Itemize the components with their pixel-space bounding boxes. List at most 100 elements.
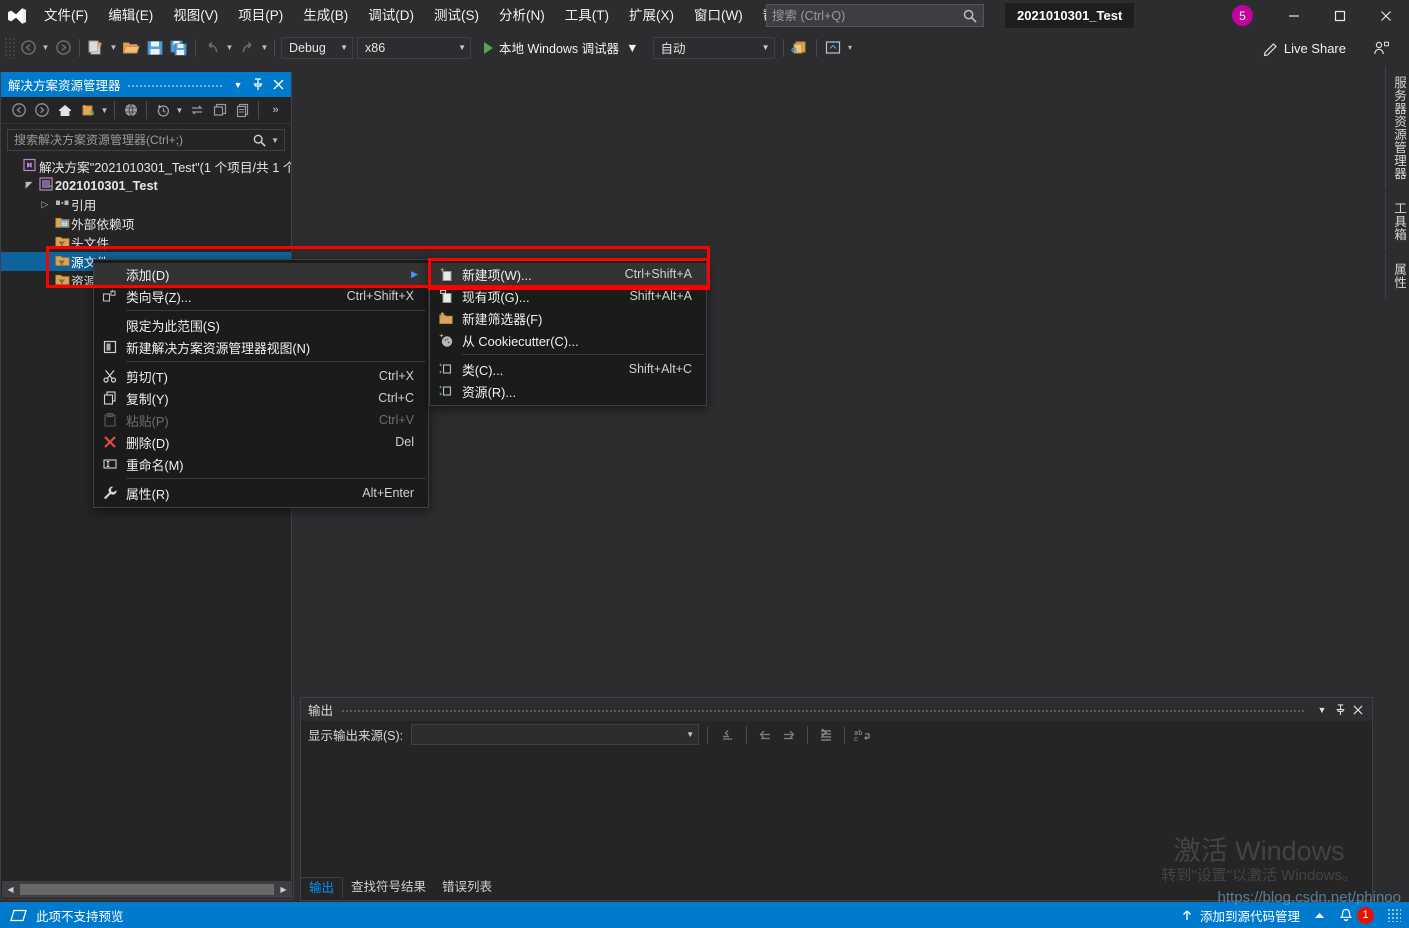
toolbar-grip[interactable] [4, 36, 16, 59]
save-all-button[interactable] [167, 36, 191, 60]
right-tab-2[interactable]: 属性 [1385, 253, 1409, 299]
menu-analyze[interactable]: 分析(N) [489, 0, 555, 31]
redo-button[interactable] [235, 36, 259, 60]
solution-platform-combo[interactable]: x86 ▼ [357, 36, 471, 59]
global-search-box[interactable] [766, 4, 984, 27]
live-share-button[interactable]: Live Share [1257, 36, 1351, 60]
context-menu-item-3[interactable]: 新建解决方案资源管理器视图(N) [94, 336, 428, 358]
navigate-forward-button[interactable] [51, 36, 75, 60]
bottom-tab-0[interactable]: 输出 [300, 877, 344, 898]
menu-extensions[interactable]: 扩展(X) [619, 0, 684, 31]
preview-window-button[interactable] [821, 36, 845, 60]
tree-row-0[interactable]: 解决方案"2021010301_Test"(1 个项目/共 1 个 [1, 157, 291, 176]
se-sync-icon[interactable] [185, 99, 208, 121]
search-options-chevron-icon[interactable]: ▼ [267, 136, 281, 145]
output-panel-titlebar[interactable]: 输出 ▼ [301, 698, 1372, 721]
context-menu-item-2[interactable]: 限定为此范围(S) [94, 314, 428, 336]
submenu-item-1[interactable]: 现有项(G)... Shift+Alt+A [430, 285, 706, 307]
resize-grip[interactable] [1387, 908, 1401, 922]
panel-menu-chevron-icon[interactable]: ▼ [228, 72, 248, 97]
feedback-button[interactable] [1369, 36, 1393, 60]
submenu-item-0[interactable]: 新建项(W)... Ctrl+Shift+A [430, 263, 706, 285]
status-chevron-up-button[interactable] [1307, 902, 1332, 928]
submenu-item-3[interactable]: 从 Cookiecutter(C)... [430, 329, 706, 351]
global-search-input[interactable] [772, 8, 962, 23]
context-menu-item-1[interactable]: 类向导(Z)... Ctrl+Shift+X [94, 285, 428, 307]
document-title[interactable]: 2021010301_Test [1005, 3, 1135, 28]
attach-process-button[interactable] [788, 36, 812, 60]
notification-count-badge[interactable]: 5 [1232, 5, 1253, 26]
menu-debug[interactable]: 调试(D) [358, 0, 424, 31]
tree-row-3[interactable]: 外部依赖项 [1, 214, 291, 233]
scroll-right-icon[interactable]: ▶ [275, 881, 292, 898]
notifications-button[interactable]: 1 [1332, 902, 1381, 928]
output-menu-chevron-icon[interactable]: ▼ [1313, 698, 1331, 721]
undo-dropdown-icon[interactable]: ▼ [224, 43, 235, 52]
se-forward-icon[interactable] [30, 99, 53, 121]
context-menu-item-8[interactable]: 重命名(M) [94, 453, 428, 475]
output-go-previous-icon[interactable] [753, 724, 777, 746]
context-menu-item-7[interactable]: 删除(D) Del [94, 431, 428, 453]
context-menu-item-6[interactable]: 粘贴(P) Ctrl+V [94, 409, 428, 431]
se-show-all-files-icon[interactable] [119, 99, 142, 121]
menu-tools[interactable]: 工具(T) [555, 0, 619, 31]
bottom-tool-tabs[interactable]: 输出 查找符号结果 错误列表 [300, 876, 501, 898]
context-menu-item-4[interactable]: 剪切(T) Ctrl+X [94, 365, 428, 387]
toolbar-overflow-icon[interactable]: ▾ [845, 43, 856, 52]
open-file-button[interactable] [119, 36, 143, 60]
hscroll-thumb[interactable] [20, 884, 274, 895]
menu-file[interactable]: 文件(F) [34, 0, 98, 31]
output-toggle-wordwrap-icon[interactable]: ab c [851, 724, 875, 746]
menu-project[interactable]: 项目(P) [228, 0, 293, 31]
se-toolbar-overflow-icon[interactable]: » [264, 99, 287, 121]
context-menu-item-5[interactable]: 复制(Y) Ctrl+C [94, 387, 428, 409]
tree-row-4[interactable]: 头文件 [1, 233, 291, 252]
se-pending-dropdown-icon[interactable]: ▼ [99, 106, 110, 115]
solution-explorer-titlebar[interactable]: 解决方案资源管理器 ▼ [1, 72, 291, 97]
right-tab-0[interactable]: 服务器资源管理器 [1385, 66, 1409, 190]
context-menu[interactable]: 添加(D) ▶ 类向导(Z)... Ctrl+Shift+X 限定为此范围(S) 新建解决… [93, 259, 429, 508]
start-debugging-button[interactable]: 本地 Windows 调试器 ▼ [478, 36, 645, 60]
undo-button[interactable] [200, 36, 224, 60]
se-pending-history-icon[interactable] [151, 99, 174, 121]
output-clear-pane-icon[interactable] [814, 724, 838, 746]
se-back-icon[interactable] [7, 99, 30, 121]
se-pending-changes-icon[interactable] [76, 99, 99, 121]
submenu-item-4[interactable]: 类(C)... Shift+Alt+C [430, 358, 706, 380]
solution-configuration-combo[interactable]: Debug ▼ [281, 36, 353, 59]
submenu-item-5[interactable]: 资源(R)... [430, 380, 706, 402]
menu-build[interactable]: 生成(B) [293, 0, 358, 31]
solution-explorer-search-input[interactable] [14, 133, 253, 147]
bottom-tab-2[interactable]: 错误列表 [434, 877, 501, 898]
solution-explorer-hscrollbar[interactable]: ◀ ▶ [2, 881, 292, 898]
navigate-backward-dropdown-icon[interactable]: ▼ [40, 43, 51, 52]
save-button[interactable] [143, 36, 167, 60]
menu-edit[interactable]: 编辑(E) [98, 0, 163, 31]
menu-view[interactable]: 视图(V) [163, 0, 228, 31]
tree-row-2[interactable]: ▷ 引用 [1, 195, 291, 214]
right-docked-tabs[interactable]: 服务器资源管理器 工具箱 属性 [1385, 66, 1409, 301]
tree-row-1[interactable]: ◢ 2021010301_Test [1, 176, 291, 195]
se-history-dropdown-icon[interactable]: ▼ [174, 106, 185, 115]
bottom-tab-1[interactable]: 查找符号结果 [343, 877, 435, 898]
output-clear-all-icon[interactable] [716, 724, 740, 746]
solution-explorer-search[interactable]: ▼ [7, 129, 285, 151]
scroll-left-icon[interactable]: ◀ [2, 881, 19, 898]
add-submenu[interactable]: 新建项(W)... Ctrl+Shift+A 现有项(G)... Shift+Alt+… [429, 259, 707, 406]
output-source-combo[interactable]: ▼ [411, 724, 700, 745]
new-project-dropdown-icon[interactable]: ▼ [108, 43, 119, 52]
output-go-next-icon[interactable] [777, 724, 801, 746]
context-menu-item-9[interactable]: 属性(R) Alt+Enter [94, 482, 428, 504]
menu-test[interactable]: 测试(S) [424, 0, 489, 31]
tree-expander[interactable]: ◢ [21, 180, 37, 191]
output-pin-icon[interactable] [1331, 698, 1349, 721]
output-close-icon[interactable] [1349, 698, 1367, 721]
navigate-backward-button[interactable] [16, 36, 40, 60]
submenu-item-2[interactable]: 新建筛选器(F) [430, 307, 706, 329]
add-to-source-control-button[interactable]: 添加到源代码管理 [1173, 902, 1307, 928]
close-icon[interactable] [268, 72, 288, 97]
pin-icon[interactable] [248, 72, 268, 97]
se-home-icon[interactable] [53, 99, 76, 121]
close-button[interactable] [1363, 0, 1409, 31]
context-menu-item-0[interactable]: 添加(D) ▶ [94, 263, 428, 285]
